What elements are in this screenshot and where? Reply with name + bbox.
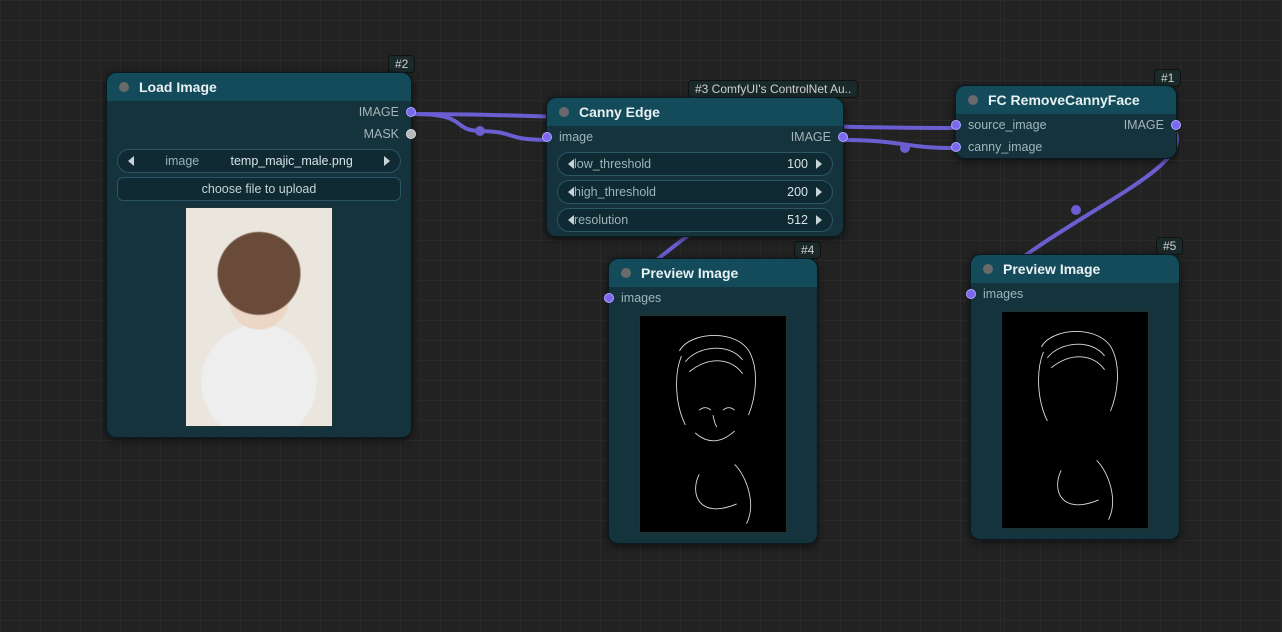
low-threshold-widget[interactable]: low_threshold 100 xyxy=(557,152,833,176)
node-title: Canny Edge xyxy=(579,104,660,120)
preview-thumb[interactable] xyxy=(1001,311,1149,529)
node-title: Load Image xyxy=(139,79,217,95)
node-id-badge: #2 xyxy=(388,55,415,73)
output-image-row: IMAGE xyxy=(107,101,411,123)
input-source-label: source_image xyxy=(968,118,1047,132)
output-image-label: IMAGE xyxy=(791,130,831,144)
output-port-image[interactable] xyxy=(406,107,416,117)
node-canny-edge[interactable]: Canny Edge image IMAGE low_threshold 100… xyxy=(546,97,844,237)
preview-thumb[interactable] xyxy=(639,315,787,533)
widget-value: 200 xyxy=(787,185,808,199)
input-port-canny[interactable] xyxy=(951,142,961,152)
io-row: source_image IMAGE xyxy=(956,114,1176,136)
io-row: image IMAGE xyxy=(547,126,843,148)
node-title: Preview Image xyxy=(1003,261,1100,277)
widget-value: temp_majic_male.png xyxy=(230,154,352,168)
node-preview-4[interactable]: Preview Image images xyxy=(608,258,818,544)
node-header[interactable]: Canny Edge xyxy=(547,98,843,126)
output-mask-row: MASK xyxy=(107,123,411,145)
input-port-images[interactable] xyxy=(604,293,614,303)
upload-button-label: choose file to upload xyxy=(202,182,317,196)
input-canny-label: canny_image xyxy=(968,140,1042,154)
chevron-right-icon[interactable] xyxy=(384,156,390,166)
collapse-icon[interactable] xyxy=(559,107,569,117)
output-port-mask[interactable] xyxy=(406,129,416,139)
preview-thumb[interactable] xyxy=(185,207,333,427)
collapse-icon[interactable] xyxy=(621,268,631,278)
input-images-row: images xyxy=(971,283,1179,305)
node-header[interactable]: FC RemoveCannyFace xyxy=(956,86,1176,114)
widget-label: resolution xyxy=(574,213,628,227)
node-id-badge: #5 xyxy=(1156,237,1183,255)
node-header[interactable]: Preview Image xyxy=(609,259,817,287)
node-header[interactable]: Preview Image xyxy=(971,255,1179,283)
resolution-widget[interactable]: resolution 512 xyxy=(557,208,833,232)
node-id-badge: #3 ComfyUI's ControlNet Au.. xyxy=(688,80,858,98)
collapse-icon[interactable] xyxy=(983,264,993,274)
collapse-icon[interactable] xyxy=(968,95,978,105)
input-image-label: image xyxy=(559,130,593,144)
image-selector[interactable]: image temp_majic_male.png xyxy=(117,149,401,173)
node-preview-5[interactable]: Preview Image images xyxy=(970,254,1180,540)
node-title: FC RemoveCannyFace xyxy=(988,92,1140,108)
output-image-label: IMAGE xyxy=(1124,118,1164,132)
input-images-row: images xyxy=(609,287,817,309)
output-port-image[interactable] xyxy=(838,132,848,142)
widget-label: image xyxy=(165,154,199,168)
high-threshold-widget[interactable]: high_threshold 200 xyxy=(557,180,833,204)
output-port-image[interactable] xyxy=(1171,120,1181,130)
output-image-label: IMAGE xyxy=(359,105,399,119)
widget-label: low_threshold xyxy=(574,157,651,171)
widget-label: high_threshold xyxy=(574,185,656,199)
output-mask-label: MASK xyxy=(364,127,399,141)
collapse-icon[interactable] xyxy=(119,82,129,92)
input-port-image[interactable] xyxy=(542,132,552,142)
upload-button[interactable]: choose file to upload xyxy=(117,177,401,201)
node-remove-canny-face[interactable]: FC RemoveCannyFace source_image IMAGE ca… xyxy=(955,85,1177,159)
input-canny-row: canny_image xyxy=(956,136,1176,158)
node-header[interactable]: Load Image xyxy=(107,73,411,101)
input-port-images[interactable] xyxy=(966,289,976,299)
widget-value: 100 xyxy=(787,157,808,171)
node-title: Preview Image xyxy=(641,265,738,281)
node-id-badge: #4 xyxy=(794,241,821,259)
input-images-label: images xyxy=(983,287,1023,301)
chevron-right-icon[interactable] xyxy=(816,187,822,197)
input-port-source[interactable] xyxy=(951,120,961,130)
chevron-right-icon[interactable] xyxy=(816,159,822,169)
chevron-left-icon[interactable] xyxy=(128,156,134,166)
chevron-right-icon[interactable] xyxy=(816,215,822,225)
widget-value: 512 xyxy=(787,213,808,227)
node-load-image[interactable]: Load Image IMAGE MASK image temp_majic_m… xyxy=(106,72,412,438)
input-images-label: images xyxy=(621,291,661,305)
